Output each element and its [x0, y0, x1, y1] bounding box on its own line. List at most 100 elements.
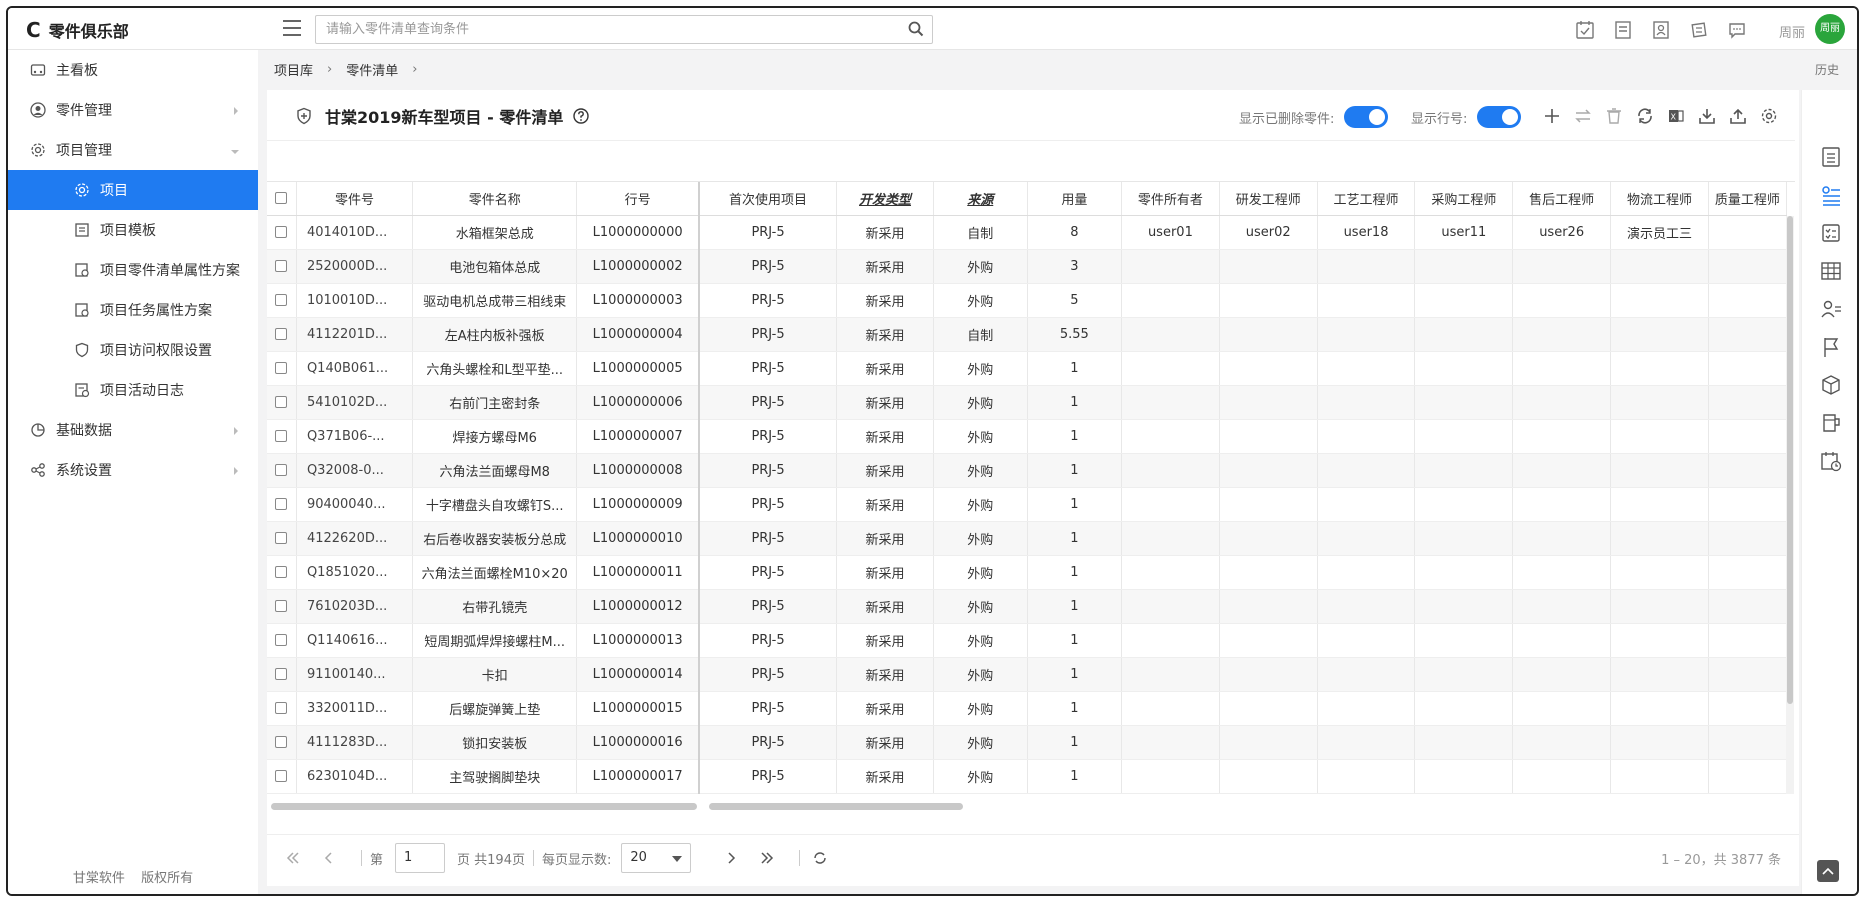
schedule-icon[interactable] [1820, 450, 1842, 472]
table-cell[interactable] [1708, 419, 1787, 454]
table-cell[interactable]: 新采用 [836, 283, 934, 318]
table-cell[interactable]: L1000000000 [576, 215, 700, 250]
table-cell[interactable] [1121, 487, 1220, 522]
column-header[interactable]: 开发类型 [836, 182, 934, 216]
row-checkbox[interactable] [267, 623, 297, 658]
table-cell[interactable] [1414, 725, 1514, 760]
select-all-checkbox[interactable] [267, 182, 297, 216]
refresh-icon[interactable] [1635, 106, 1655, 126]
table-cell[interactable]: 新采用 [836, 521, 934, 556]
table-cell[interactable]: PRJ-5 [698, 249, 838, 284]
table-cell[interactable] [1219, 385, 1318, 420]
table-cell[interactable] [1219, 317, 1318, 352]
table-row[interactable]: Q1140616... 短周期弧焊焊接螺柱M... L1000000013 PRJ-5… [267, 623, 1787, 658]
table-cell[interactable]: Q1140616... [296, 623, 413, 658]
table-cell[interactable] [1512, 759, 1612, 794]
prev-page-icon[interactable] [317, 846, 341, 870]
column-header[interactable]: 售后工程师 [1512, 182, 1612, 216]
table-cell[interactable]: 5.55 [1027, 317, 1122, 352]
table-cell[interactable]: L1000000006 [576, 385, 700, 420]
table-cell[interactable] [1317, 623, 1416, 658]
table-cell[interactable] [1414, 623, 1514, 658]
table-cell[interactable]: 外购 [933, 521, 1028, 556]
table-cell[interactable]: 自制 [933, 215, 1028, 250]
table-cell[interactable]: 新采用 [836, 249, 934, 284]
table-cell[interactable] [1610, 487, 1709, 522]
avatar[interactable]: 周丽 [1815, 14, 1845, 44]
show-rownum-toggle[interactable] [1477, 106, 1522, 128]
settings-icon[interactable] [1759, 106, 1779, 126]
table-cell[interactable] [1317, 521, 1416, 556]
table-cell[interactable] [1317, 691, 1416, 726]
table-cell[interactable]: 电池包箱体总成 [412, 249, 578, 284]
table-cell[interactable]: 外购 [933, 283, 1028, 318]
scroll-top-button[interactable] [1817, 860, 1839, 882]
row-checkbox[interactable] [267, 283, 297, 318]
horizontal-scrollbar-left[interactable] [271, 803, 697, 810]
row-checkbox[interactable] [267, 691, 297, 726]
table-cell[interactable] [1121, 249, 1220, 284]
history-link[interactable]: 历史 [1815, 61, 1839, 78]
table-row[interactable]: 1010010D... 驱动电机总成带三相线束 L1000000003 PRJ-5 新采… [267, 283, 1787, 318]
table-cell[interactable] [1708, 555, 1787, 590]
table-cell[interactable]: 1 [1027, 725, 1122, 760]
table-cell[interactable] [1121, 725, 1220, 760]
table-cell[interactable] [1121, 317, 1220, 352]
table-cell[interactable]: 5 [1027, 283, 1122, 318]
table-cell[interactable] [1219, 623, 1318, 658]
table-cell[interactable]: PRJ-5 [698, 555, 838, 590]
table-cell[interactable] [1708, 725, 1787, 760]
table-cell[interactable]: 新采用 [836, 215, 934, 250]
table-cell[interactable] [1414, 283, 1514, 318]
table-cell[interactable]: L1000000003 [576, 283, 700, 318]
document-icon[interactable] [1613, 20, 1633, 40]
horizontal-scrollbar-right[interactable] [709, 803, 963, 810]
table-cell[interactable]: 外购 [933, 759, 1028, 794]
sidebar-item-system-settings[interactable]: 系统设置 [8, 450, 258, 490]
column-header[interactable]: 工艺工程师 [1317, 182, 1416, 216]
table-cell[interactable]: 主驾驶搁脚垫块 [412, 759, 578, 794]
table-row[interactable]: Q140B061... 六角头螺栓和L型平垫... L1000000005 PRJ-5… [267, 351, 1787, 386]
table-cell[interactable] [1414, 249, 1514, 284]
table-cell[interactable] [1512, 453, 1612, 488]
user-list-icon[interactable] [1820, 298, 1842, 320]
table-cell[interactable] [1414, 657, 1514, 692]
table-cell[interactable] [1512, 351, 1612, 386]
table-cell[interactable]: 5410102D... [296, 385, 413, 420]
column-header[interactable]: 来源 [933, 182, 1028, 216]
table-cell[interactable] [1414, 487, 1514, 522]
table-cell[interactable]: 8 [1027, 215, 1122, 250]
table-cell[interactable]: 新采用 [836, 385, 934, 420]
sidebar-item-part-attr-scheme[interactable]: 项目零件清单属性方案 [8, 250, 258, 290]
table-cell[interactable] [1708, 589, 1787, 624]
table-cell[interactable]: 外购 [933, 351, 1028, 386]
column-header[interactable]: 采购工程师 [1414, 182, 1514, 216]
table-cell[interactable]: 新采用 [836, 317, 934, 352]
table-cell[interactable]: 1 [1027, 419, 1122, 454]
table-cell[interactable] [1708, 691, 1787, 726]
table-cell[interactable]: 1 [1027, 385, 1122, 420]
app-logo[interactable]: C 零件俱乐部 [26, 18, 129, 42]
table-cell[interactable] [1219, 589, 1318, 624]
table-row[interactable]: 91100140... 卡扣 L1000000014 PRJ-5 新采用 外购 1 [267, 657, 1787, 692]
table-cell[interactable]: 7610203D... [296, 589, 413, 624]
row-checkbox[interactable] [267, 657, 297, 692]
table-cell[interactable] [1610, 759, 1709, 794]
table-cell[interactable]: PRJ-5 [698, 521, 838, 556]
table-cell[interactable] [1121, 453, 1220, 488]
table-cell[interactable]: 1 [1027, 555, 1122, 590]
row-checkbox[interactable] [267, 419, 297, 454]
delete-icon[interactable] [1604, 106, 1624, 126]
help-icon[interactable] [573, 108, 590, 124]
table-cell[interactable] [1708, 351, 1787, 386]
table-cell[interactable] [1219, 453, 1318, 488]
table-cell[interactable] [1219, 691, 1318, 726]
table-cell[interactable]: 1 [1027, 487, 1122, 522]
table-cell[interactable] [1219, 283, 1318, 318]
table-cell[interactable]: 1 [1027, 521, 1122, 556]
row-checkbox[interactable] [267, 385, 297, 420]
table-cell[interactable] [1317, 487, 1416, 522]
table-cell[interactable] [1414, 555, 1514, 590]
table-cell[interactable]: PRJ-5 [698, 725, 838, 760]
table-cell[interactable] [1317, 385, 1416, 420]
